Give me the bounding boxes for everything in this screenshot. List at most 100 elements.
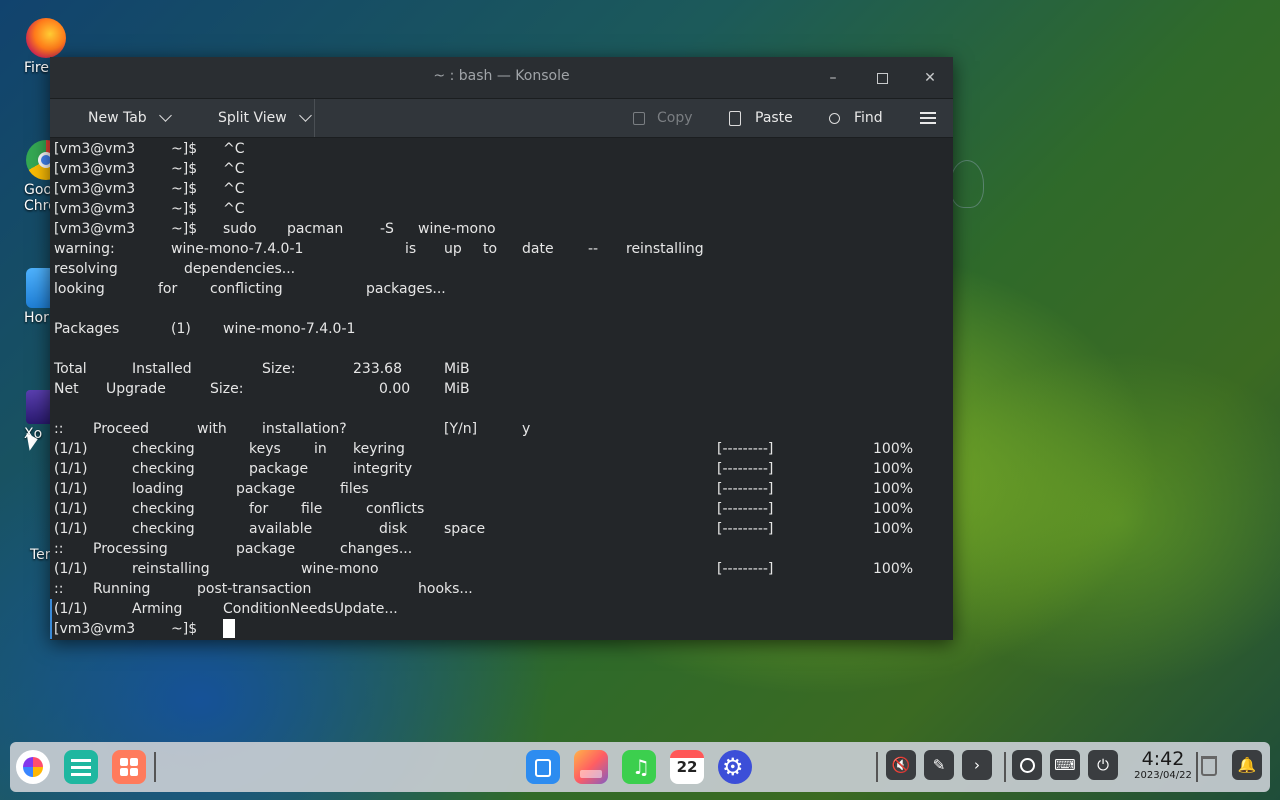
terminal-token: ~]$ — [171, 141, 198, 157]
terminal-token: wine-mono-7.4.0-1 — [171, 241, 304, 257]
terminal-line: Packages (1) wine-mono-7.4.0-1 — [54, 319, 949, 339]
power-button[interactable]: ⏻ — [1088, 750, 1118, 780]
hamburger-menu-button[interactable] — [920, 99, 936, 137]
terminal-token: installation? — [262, 421, 347, 437]
terminal-line: [vm3@vm3 ~]$ ^C — [54, 179, 949, 199]
terminal-token: [vm3@vm3 — [54, 161, 136, 177]
search-icon — [1019, 758, 1035, 773]
terminal-token: ConditionNeedsUpdate... — [223, 601, 398, 617]
konsole-window[interactable]: ~ : bash — Konsole – ✕ New Tab Split Vie… — [50, 57, 953, 640]
files-app-icon — [71, 759, 91, 762]
terminal-token: in — [314, 441, 327, 457]
terminal-token: [---------] — [717, 501, 774, 517]
chevron-down-icon[interactable] — [298, 109, 312, 122]
terminal-token: MiB — [444, 361, 470, 377]
copy-label: Copy — [657, 110, 693, 126]
terminal-line: (1/1) loading package files [---------] 100% — [54, 479, 949, 499]
close-button[interactable]: ✕ — [918, 66, 942, 90]
terminal-token: files — [340, 481, 369, 497]
terminal-token: for — [249, 501, 269, 517]
find-button[interactable]: Find — [829, 99, 883, 137]
paste-label: Paste — [755, 110, 793, 126]
terminal-token: ^C — [223, 141, 245, 157]
terminal-line: :: Running post-transaction hooks... — [54, 579, 949, 599]
konsole-toolbar: New Tab Split View Copy Paste Find — [50, 98, 953, 138]
terminal-line: [vm3@vm3 ~]$ ^C — [54, 139, 949, 159]
taskbar-divider — [1004, 752, 1006, 782]
terminal-token: pacman — [287, 221, 344, 237]
calendar-button[interactable]: 22 — [670, 750, 704, 784]
notifications-button[interactable]: 🔔 — [1232, 750, 1262, 780]
taskbar-divider — [154, 752, 156, 782]
chevron-down-icon[interactable] — [158, 109, 172, 122]
terminal-line: (1/1) checking package integrity [---------]… — [54, 459, 949, 479]
wallpaper-decoration — [950, 160, 984, 208]
search-button[interactable] — [1012, 750, 1042, 780]
terminal-token: post-transaction — [197, 581, 312, 597]
gear-icon: ⚙ — [722, 753, 744, 781]
terminal-token: keys — [249, 441, 281, 457]
clock-date: 2023/04/22 — [1134, 770, 1192, 781]
music-button[interactable]: ♫ — [622, 750, 656, 784]
terminal-token: [vm3@vm3 — [54, 181, 136, 197]
terminal-token: for — [158, 281, 178, 297]
terminal-token: y — [522, 421, 531, 437]
terminal-line: looking for conflicting packages... — [54, 279, 949, 299]
terminal-token: ~]$ — [171, 161, 198, 177]
terminal-token: -- — [588, 241, 599, 257]
split-view-button[interactable]: Split View — [218, 99, 312, 137]
terminal-token: package — [249, 461, 309, 477]
paste-button[interactable]: Paste — [729, 99, 793, 137]
terminal-token: available — [249, 521, 313, 537]
pen-tool-button[interactable]: ✎ — [924, 750, 954, 780]
terminal-token: loading — [132, 481, 184, 497]
window-titlebar[interactable]: ~ : bash — Konsole – ✕ — [50, 57, 953, 98]
window-title: ~ : bash — Konsole — [433, 68, 570, 84]
terminal-token: checking — [132, 501, 195, 517]
launcher-button[interactable] — [16, 750, 50, 784]
trash-icon — [1201, 755, 1217, 776]
terminal-token: resolving — [54, 261, 118, 277]
keyboard-button[interactable]: ⌨ — [1050, 750, 1080, 780]
terminal-token: ~]$ — [171, 201, 198, 217]
trash-button[interactable] — [1194, 750, 1224, 780]
terminal-token: file — [301, 501, 323, 517]
maximize-button[interactable] — [870, 66, 894, 90]
terminal-token: hooks... — [418, 581, 473, 597]
new-tab-label: New Tab — [88, 110, 147, 126]
volume-muted-button[interactable]: 🔇 — [886, 750, 916, 780]
terminal-token: ~]$ — [171, 181, 198, 197]
terminal-token: space — [444, 521, 486, 537]
terminal-token: (1/1) — [54, 481, 88, 497]
appstore-button[interactable] — [112, 750, 146, 784]
settings-button[interactable]: ⚙ — [718, 750, 752, 784]
terminal-line: [vm3@vm3 ~]$ — [54, 619, 949, 639]
terminal-token: Packages — [54, 321, 120, 337]
terminal-token: [---------] — [717, 481, 774, 497]
copy-button[interactable]: Copy — [633, 99, 693, 137]
terminal-line: resolving dependencies... — [54, 259, 949, 279]
new-tab-button[interactable]: New Tab — [88, 99, 172, 137]
firefox-icon — [26, 18, 66, 58]
terminal-line: [vm3@vm3 ~]$ sudo pacman -S wine-mono — [54, 219, 949, 239]
photos-button[interactable] — [574, 750, 608, 784]
terminal-token: 100% — [873, 521, 914, 537]
bell-icon: 🔔 — [1237, 756, 1257, 774]
terminal-output[interactable]: [vm3@vm3 ~]$ ^C [vm3@vm3 ~]$ ^C [vm3@vm3 ~]$ ^C[… — [50, 137, 953, 640]
terminal-line: [vm3@vm3 ~]$ ^C — [54, 159, 949, 179]
minimize-button[interactable]: – — [821, 66, 845, 90]
close-icon: ✕ — [924, 70, 936, 86]
clock[interactable]: 4:42 2023/04/22 — [1128, 748, 1198, 782]
terminal-token: (1/1) — [54, 561, 88, 577]
split-view-label: Split View — [218, 110, 287, 126]
files-app-button[interactable] — [64, 750, 98, 784]
expand-tray-button[interactable]: › — [962, 750, 992, 780]
terminal-token: 100% — [873, 561, 914, 577]
taskbar-divider — [876, 752, 878, 782]
terminal-token: package — [236, 481, 296, 497]
terminal-token: ^C — [223, 181, 245, 197]
terminal-token: (1/1) — [54, 501, 88, 517]
photos-icon — [580, 770, 602, 778]
store-button[interactable] — [526, 750, 560, 784]
terminal-token: keyring — [353, 441, 405, 457]
